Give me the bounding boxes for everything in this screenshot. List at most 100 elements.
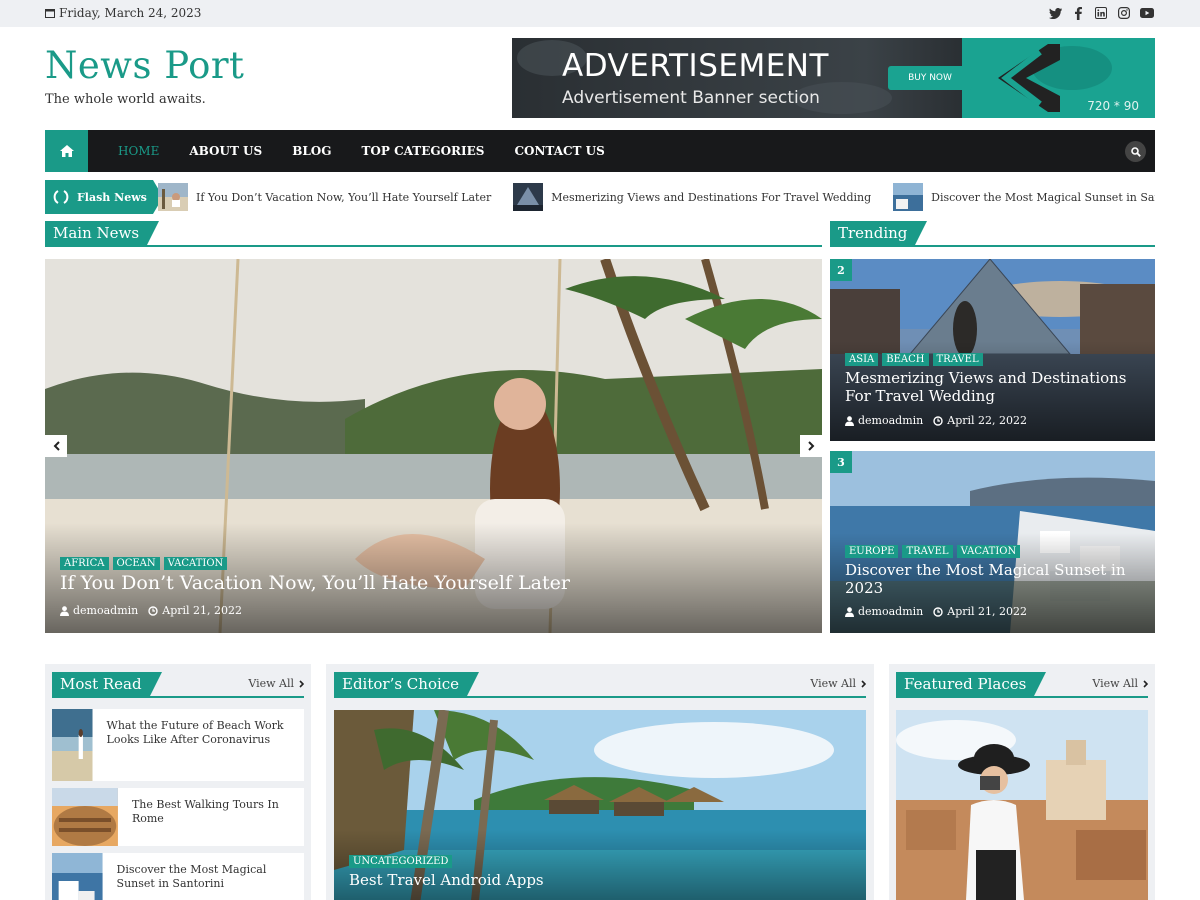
instagram-icon[interactable]: [1117, 6, 1131, 20]
date-text: April 21, 2022: [947, 605, 1028, 618]
chevron-left-icon: [53, 441, 60, 451]
flash-item-title[interactable]: Discover the Most Magical Sunset in Sant…: [931, 191, 1155, 204]
view-all-text: View All: [248, 677, 294, 690]
main-news-slider[interactable]: AFRICA OCEAN VACATION If You Don’t Vacat…: [45, 259, 822, 633]
youtube-icon[interactable]: [1140, 6, 1154, 20]
slide-meta: demoadmin April 21, 2022: [60, 604, 242, 617]
date-text: April 22, 2022: [947, 414, 1028, 427]
flash-thumbnail: [513, 183, 544, 211]
author[interactable]: demoadmin: [845, 414, 923, 427]
nav-item-blog[interactable]: BLOG: [277, 130, 346, 172]
category-badge[interactable]: VACATION: [956, 545, 1021, 558]
main-news-title: Main News: [45, 221, 160, 245]
card-categories: UNCATEGORIZED: [349, 855, 453, 868]
loading-icon: [53, 190, 69, 204]
slide-title[interactable]: If You Don’t Vacation Now, You’ll Hate Y…: [60, 572, 570, 594]
flash-thumbnail: [893, 183, 924, 211]
trending-title[interactable]: Mesmerizing Views and Destinations For T…: [845, 369, 1135, 405]
editors-choice-card[interactable]: UNCATEGORIZED Best Travel Android Apps: [334, 710, 866, 900]
author[interactable]: demoadmin: [60, 604, 138, 617]
nav-item-about-us[interactable]: ABOUT US: [174, 130, 277, 172]
site-tagline: The whole world awaits.: [45, 92, 206, 107]
main-navigation: HOME ABOUT US BLOG TOP CATEGORIES CONTAC…: [45, 130, 1155, 172]
chevron-right-icon: [807, 441, 814, 451]
trending-card[interactable]: 2 ASIA BEACH TRAVEL Mesmerizing Views an…: [830, 259, 1155, 441]
view-all-link[interactable]: View All: [248, 677, 304, 690]
author-name: demoadmin: [73, 604, 139, 617]
author[interactable]: demoadmin: [845, 605, 923, 618]
chevron-left-icon: [998, 44, 1060, 112]
top-bar: Friday, March 24, 2023: [0, 0, 1200, 27]
editors-choice-title: Editor’s Choice: [334, 672, 480, 696]
linkedin-icon[interactable]: [1094, 6, 1108, 20]
ad-subtitle: Advertisement Banner section: [562, 88, 820, 108]
flash-news-bar: Flash News If You Don’t Vacation Now, Yo…: [45, 180, 1155, 214]
flash-item[interactable]: If You Don’t Vacation Now, You’ll Hate Y…: [158, 183, 491, 211]
list-item[interactable]: What the Future of Beach Work Looks Like…: [52, 709, 304, 781]
flash-item[interactable]: Discover the Most Magical Sunset in Sant…: [893, 183, 1155, 211]
item-thumbnail: [52, 853, 103, 900]
item-thumbnail: [52, 709, 93, 781]
user-icon: [845, 415, 854, 426]
view-all-link[interactable]: View All: [810, 677, 866, 690]
home-button[interactable]: [45, 130, 88, 172]
clock-icon: [933, 606, 943, 617]
post-date[interactable]: April 22, 2022: [933, 414, 1027, 427]
item-title[interactable]: The Best Walking Tours In Rome: [118, 788, 304, 846]
category-badge[interactable]: TRAVEL: [932, 353, 983, 366]
category-badge[interactable]: ASIA: [845, 353, 879, 366]
trending-title: Trending: [830, 221, 928, 245]
list-item[interactable]: Discover the Most Magical Sunset in Sant…: [52, 853, 304, 900]
trending-card[interactable]: 3 EUROPE TRAVEL VACATION Discover the Mo…: [830, 451, 1155, 633]
chevron-right-icon: [1143, 679, 1148, 688]
category-badge[interactable]: VACATION: [163, 557, 228, 570]
clock-icon: [148, 605, 158, 616]
slider-prev-button[interactable]: [45, 435, 67, 457]
card-title[interactable]: Best Travel Android Apps: [349, 871, 544, 889]
view-all-link[interactable]: View All: [1092, 677, 1148, 690]
trending-title[interactable]: Discover the Most Magical Sunset in 2023: [845, 561, 1135, 597]
ad-size-label: 720 * 90: [1087, 99, 1139, 113]
featured-card[interactable]: [896, 710, 1148, 900]
category-badge[interactable]: UNCATEGORIZED: [349, 855, 453, 868]
search-button[interactable]: [1125, 141, 1146, 162]
chevron-right-icon: [299, 679, 304, 688]
ad-title: ADVERTISEMENT: [562, 48, 829, 84]
nav-item-contact-us[interactable]: CONTACT US: [499, 130, 619, 172]
item-title[interactable]: Discover the Most Magical Sunset in Sant…: [103, 853, 304, 900]
site-logo[interactable]: News Port: [45, 44, 244, 87]
featured-places-header: Featured Places View All: [896, 672, 1148, 698]
post-date[interactable]: April 21, 2022: [148, 604, 242, 617]
flash-item-title[interactable]: Mesmerizing Views and Destinations For T…: [551, 191, 871, 204]
slide-categories: AFRICA OCEAN VACATION: [60, 557, 228, 570]
twitter-icon[interactable]: [1048, 6, 1062, 20]
card-image: [896, 710, 1148, 900]
buy-now-button[interactable]: BUY NOW: [888, 66, 972, 90]
flash-news-ticker: If You Don’t Vacation Now, You’ll Hate Y…: [158, 180, 1155, 214]
category-badge[interactable]: OCEAN: [112, 557, 160, 570]
category-badge[interactable]: EUROPE: [845, 545, 899, 558]
flash-item[interactable]: Mesmerizing Views and Destinations For T…: [513, 183, 871, 211]
nav-item-home[interactable]: HOME: [103, 130, 174, 172]
flash-news-label: Flash News: [45, 180, 163, 214]
flash-thumbnail: [158, 183, 188, 211]
item-title[interactable]: What the Future of Beach Work Looks Like…: [93, 709, 304, 781]
editors-choice-header: Editor’s Choice View All: [334, 672, 866, 698]
category-badge[interactable]: TRAVEL: [902, 545, 953, 558]
item-thumbnail: [52, 788, 118, 846]
facebook-icon[interactable]: [1071, 6, 1085, 20]
trending-rank: 3: [830, 451, 852, 473]
flash-news-text: Flash News: [77, 190, 147, 204]
flash-item-title[interactable]: If You Don’t Vacation Now, You’ll Hate Y…: [196, 191, 491, 204]
editors-choice-panel: Editor’s Choice View All UNCATEGORIZED B…: [326, 664, 874, 900]
advertisement-banner[interactable]: ADVERTISEMENT Advertisement Banner secti…: [512, 38, 1155, 118]
post-date[interactable]: April 21, 2022: [933, 605, 1027, 618]
user-icon: [845, 606, 854, 617]
nav-item-top-categories[interactable]: TOP CATEGORIES: [346, 130, 499, 172]
slider-next-button[interactable]: [800, 435, 822, 457]
category-badge[interactable]: BEACH: [882, 353, 929, 366]
trending-categories: ASIA BEACH TRAVEL: [845, 353, 983, 366]
chevron-right-icon: [861, 679, 866, 688]
list-item[interactable]: The Best Walking Tours In Rome: [52, 788, 304, 846]
category-badge[interactable]: AFRICA: [60, 557, 109, 570]
